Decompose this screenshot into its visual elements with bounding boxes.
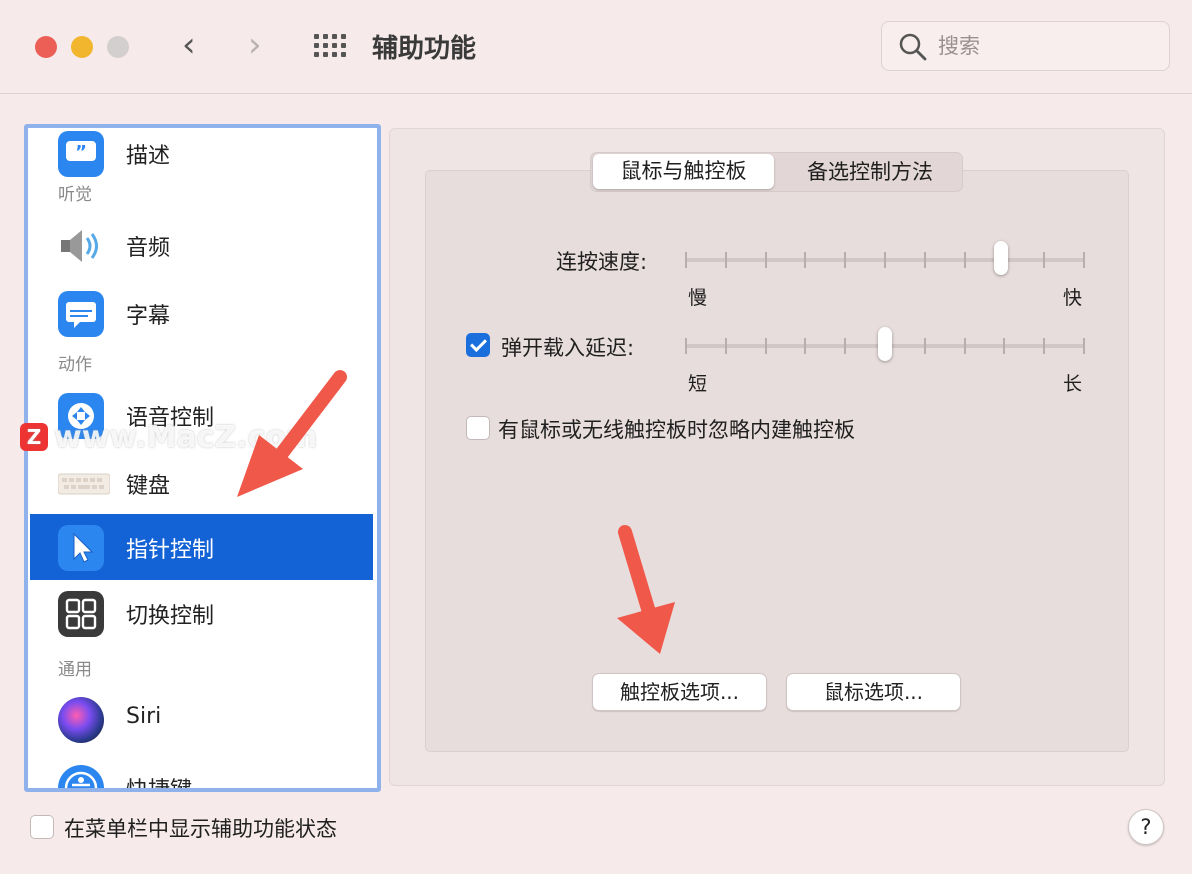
tab-mouse-trackpad[interactable]: 鼠标与触控板 (593, 154, 774, 189)
search-field[interactable] (881, 21, 1170, 71)
slider-tick (923, 338, 926, 354)
slider-tick (1083, 338, 1085, 354)
slider-tick (764, 338, 767, 354)
close-window-button[interactable] (35, 36, 57, 58)
double-click-speed-slider[interactable] (685, 241, 1085, 275)
trackpad-options-button[interactable]: 触控板选项... (592, 673, 767, 711)
group-label-motor: 动作 (58, 355, 92, 375)
sidebar-item-label: 键盘 (126, 474, 171, 499)
sidebar-item-label: Siri (126, 704, 162, 729)
sidebar-item-label: 快捷键 (126, 778, 193, 792)
show-all-grid-icon[interactable] (314, 34, 348, 58)
sidebar-item-siri[interactable]: Siri (30, 686, 373, 752)
sidebar-item-shortcut[interactable]: 快捷键 (30, 754, 373, 792)
ignore-trackpad-checkbox[interactable] (466, 416, 490, 440)
quote-bubble-icon: ” (58, 131, 104, 177)
slider-tick (804, 252, 807, 268)
slider-tick (804, 338, 807, 354)
slider-tick (764, 252, 767, 268)
slider-thumb[interactable] (878, 327, 892, 361)
sidebar-item-label: 描述 (126, 144, 171, 169)
slider-tick (844, 338, 847, 354)
show-status-checkbox[interactable] (30, 815, 54, 839)
keyboard-icon (57, 461, 111, 507)
double-click-speed-label: 连按速度: (556, 250, 648, 274)
mouse-options-button[interactable]: 鼠标选项... (786, 673, 961, 711)
slider-tick (685, 252, 687, 268)
search-input[interactable] (936, 31, 1160, 61)
group-label-hearing: 听觉 (58, 185, 92, 205)
group-label-general: 通用 (58, 660, 92, 680)
watermark-badge: Z (20, 423, 48, 451)
slider-tick (1083, 252, 1085, 268)
help-button[interactable]: ? (1128, 809, 1164, 845)
forward-chevron-icon[interactable]: › (248, 28, 262, 62)
speaker-icon (58, 223, 104, 269)
back-chevron-icon[interactable]: ‹ (182, 28, 196, 62)
sidebar-item-label: 音频 (126, 236, 171, 261)
slider-tick (923, 252, 926, 268)
slider-tick (884, 252, 886, 268)
sidebar-item-label: 字幕 (126, 304, 171, 329)
long-label: 长 (1063, 373, 1083, 395)
slider-tick (963, 338, 966, 354)
ignore-trackpad-label: 有鼠标或无线触控板时忽略内建触控板 (498, 418, 855, 442)
accessibility-icon (58, 765, 104, 788)
slow-label: 慢 (688, 287, 708, 309)
tab-alternate-control[interactable]: 备选控制方法 (781, 153, 959, 191)
sidebar-item-pointer-control[interactable]: 指针控制 (30, 514, 373, 580)
svg-text:”: ” (75, 142, 87, 163)
slider-thumb[interactable] (994, 241, 1008, 275)
sidebar-item-label: 切换控制 (126, 604, 215, 629)
slider-tick (1043, 252, 1046, 268)
pointer-icon (58, 525, 104, 571)
slider-tick (1003, 338, 1006, 354)
slider-tick (844, 252, 847, 268)
window-title: 辅助功能 (372, 34, 477, 64)
captions-icon (58, 291, 104, 337)
annotation-arrow-icon (237, 370, 347, 497)
spring-loading-delay-slider[interactable] (685, 327, 1085, 361)
slider-tick (724, 252, 727, 268)
slider-tick (724, 338, 727, 354)
siri-icon (58, 697, 104, 743)
sidebar-item-captions[interactable]: 字幕 (30, 280, 373, 346)
fast-label: 快 (1063, 287, 1083, 309)
sidebar-item-audio[interactable]: 音频 (30, 212, 373, 278)
slider-tick (685, 338, 687, 354)
minimize-window-button[interactable] (71, 36, 93, 58)
annotation-arrow-icon (617, 525, 675, 654)
slider-tick (963, 252, 966, 268)
sidebar-item-label: 指针控制 (126, 538, 215, 563)
zoom-window-button[interactable] (107, 36, 129, 58)
spring-loading-checkbox[interactable] (466, 333, 490, 357)
sidebar-item-description[interactable]: ” 描述 (30, 128, 373, 186)
search-icon (899, 33, 927, 61)
slider-tick (1043, 338, 1046, 354)
switch-grid-icon (58, 591, 104, 637)
sidebar-item-switch-control[interactable]: 切换控制 (30, 580, 373, 646)
show-status-label: 在菜单栏中显示辅助功能状态 (64, 817, 337, 841)
tab-bar: 鼠标与触控板 备选控制方法 (590, 152, 963, 192)
toolbar: ‹ › 辅助功能 (0, 0, 1192, 94)
spring-loading-label: 弹开载入延迟: (501, 336, 635, 360)
short-label: 短 (688, 373, 708, 395)
